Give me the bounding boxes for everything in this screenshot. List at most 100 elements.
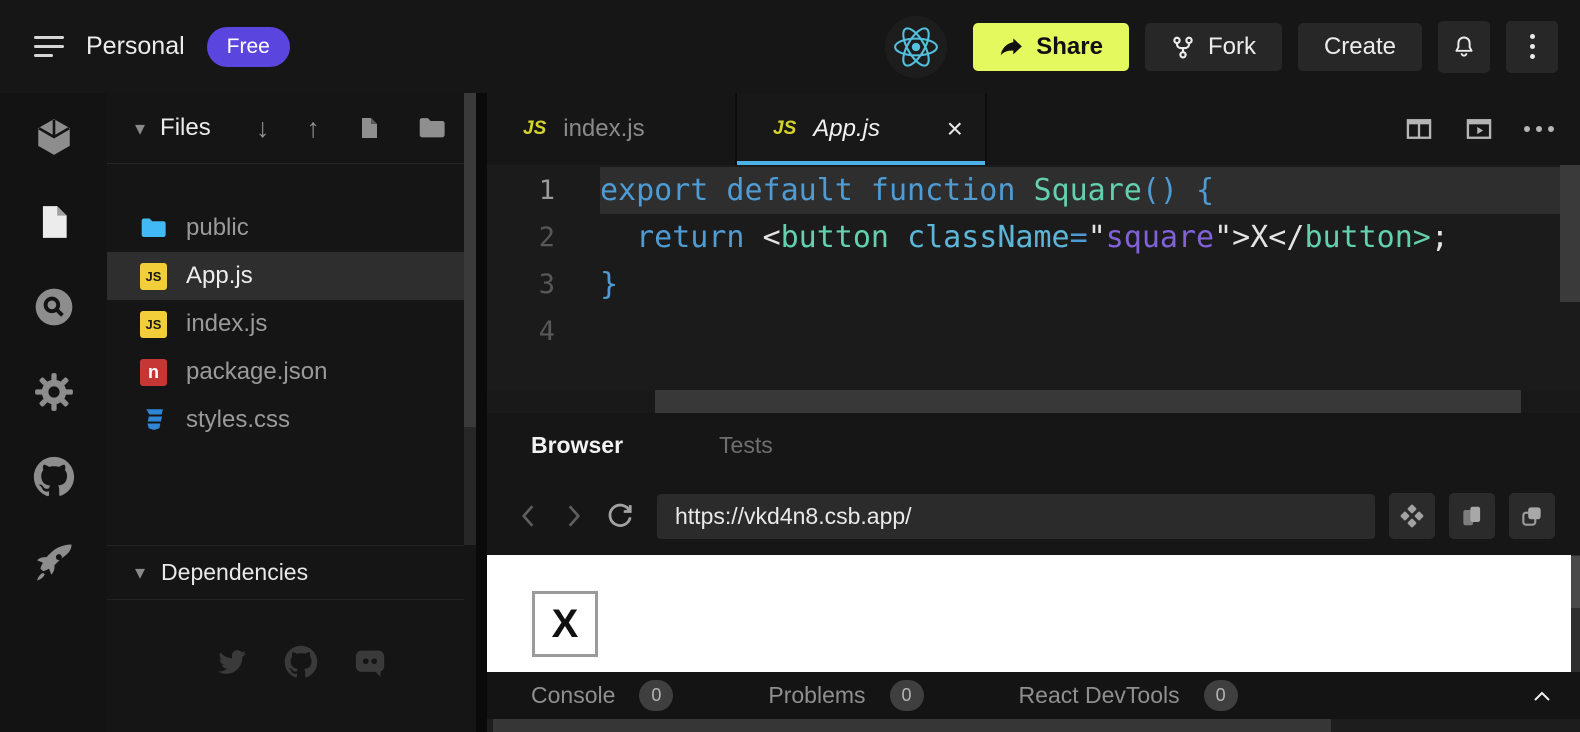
dependencies-title: Dependencies — [161, 559, 308, 586]
preview-scrollbar-thumb[interactable] — [1571, 556, 1580, 608]
twitter-icon[interactable] — [214, 645, 250, 679]
editor-vertical-scrollbar-thumb[interactable] — [1560, 165, 1580, 302]
line-number: 1 — [487, 175, 600, 206]
file-row-app-js[interactable]: JS App.js — [107, 252, 476, 300]
file-row-styles-css[interactable]: styles.css — [107, 396, 476, 444]
file-name: package.json — [186, 358, 327, 386]
code-line[interactable]: 2 return <button className="square">X</b… — [487, 214, 1560, 261]
console-count-badge: 0 — [639, 680, 673, 711]
file-row-package-json[interactable]: n package.json — [107, 348, 476, 396]
line-number: 3 — [487, 269, 600, 300]
file-name: public — [186, 214, 249, 242]
file-name: styles.css — [186, 406, 290, 434]
share-label: Share — [1036, 33, 1103, 61]
tab-browser[interactable]: Browser — [531, 432, 623, 459]
editor-horizontal-scrollbar[interactable] — [487, 390, 1580, 413]
deployment-rocket-icon[interactable] — [32, 542, 76, 582]
files-collapse-icon[interactable]: ▾ — [135, 116, 145, 141]
files-scrollbar[interactable] — [464, 93, 476, 545]
preview-settings-button[interactable] — [1389, 493, 1435, 539]
editor-tabbar: JS index.js JS App.js × — [487, 93, 1580, 165]
files-panel: ▾ Files ↓ ↑ public JS App.js — [107, 93, 476, 732]
files-scrollbar-thumb[interactable] — [464, 93, 476, 427]
menu-icon[interactable] — [34, 36, 64, 57]
css-file-icon — [140, 407, 167, 434]
devtools-scrollbar[interactable] — [487, 719, 1580, 732]
browser-preview: X — [487, 555, 1571, 672]
code-editor[interactable]: 1 export default function Square() { 2 r… — [487, 165, 1580, 413]
dependencies-collapse-icon: ▾ — [135, 560, 145, 585]
browser-panel-tabs: Browser Tests — [487, 413, 1580, 477]
fork-button[interactable]: Fork — [1145, 23, 1282, 71]
plan-badge: Free — [207, 27, 290, 67]
notifications-button[interactable] — [1438, 21, 1490, 73]
open-in-new-window-icon[interactable] — [1449, 493, 1495, 539]
react-logo-icon — [885, 16, 947, 78]
react-devtools-count-badge: 0 — [1204, 680, 1238, 711]
js-tab-icon: JS — [773, 118, 796, 140]
dependencies-section-header[interactable]: ▾ Dependencies — [107, 545, 464, 600]
refresh-icon[interactable] — [597, 493, 643, 539]
back-icon[interactable] — [505, 493, 551, 539]
sandbox-info-icon[interactable] — [32, 117, 76, 157]
discord-icon[interactable] — [352, 645, 388, 679]
file-row-public[interactable]: public — [107, 204, 476, 252]
search-icon[interactable] — [32, 287, 76, 327]
tab-tests[interactable]: Tests — [719, 432, 773, 459]
js-file-icon: JS — [140, 263, 167, 290]
tab-index-js[interactable]: JS index.js — [487, 93, 737, 165]
bell-icon — [1451, 34, 1477, 60]
npm-file-icon: n — [140, 359, 167, 386]
file-tree: public JS App.js JS index.js n package.j… — [107, 164, 476, 444]
console-tab[interactable]: Console 0 — [531, 680, 673, 711]
preview-scrollbar[interactable] — [1571, 555, 1580, 672]
file-explorer-icon[interactable] — [32, 202, 76, 242]
header-right: Share Fork Create — [885, 16, 1558, 78]
open-preview-icon[interactable] — [1464, 115, 1494, 143]
download-icon[interactable]: ↓ — [256, 113, 270, 144]
url-input[interactable] — [657, 494, 1375, 539]
browser-panel: Browser Tests — [487, 413, 1580, 732]
header-left: Personal Free — [34, 27, 290, 67]
js-file-icon: JS — [140, 311, 167, 338]
editor-more-icon[interactable] — [1524, 126, 1554, 132]
code-line[interactable]: 3 } — [487, 261, 1560, 308]
react-devtools-tab[interactable]: React DevTools 0 — [1019, 680, 1238, 711]
editor-horizontal-scrollbar-thumb[interactable] — [655, 390, 1521, 413]
problems-tab[interactable]: Problems 0 — [768, 680, 923, 711]
workspace-name[interactable]: Personal — [86, 32, 185, 61]
tab-app-js[interactable]: JS App.js × — [737, 93, 987, 165]
activity-rail — [0, 93, 107, 732]
github-icon[interactable] — [32, 457, 76, 497]
new-file-icon[interactable] — [357, 115, 381, 141]
fork-icon — [1171, 35, 1195, 59]
close-tab-icon[interactable]: × — [947, 115, 963, 143]
top-header: Personal Free Share — [0, 0, 1580, 93]
share-button[interactable]: Share — [973, 23, 1129, 71]
browser-toolbar — [487, 477, 1580, 555]
editor-tab-actions — [1404, 93, 1580, 165]
split-view-icon[interactable] — [1404, 115, 1434, 143]
github-link-icon[interactable] — [284, 645, 318, 679]
file-row-index-js[interactable]: JS index.js — [107, 300, 476, 348]
devtools-scrollbar-thumb[interactable] — [493, 719, 1331, 732]
files-panel-header: ▾ Files ↓ ↑ — [107, 93, 476, 164]
social-links — [107, 645, 464, 679]
settings-gear-icon[interactable] — [32, 372, 76, 412]
forward-icon[interactable] — [551, 493, 597, 539]
expand-devtools-icon[interactable] — [1532, 689, 1552, 703]
fork-label: Fork — [1208, 33, 1256, 61]
upload-icon[interactable]: ↑ — [307, 113, 321, 144]
new-folder-icon[interactable] — [418, 116, 446, 140]
code-line[interactable]: 4 — [487, 308, 1560, 355]
code-line[interactable]: 1 export default function Square() { — [487, 167, 1560, 214]
create-button[interactable]: Create — [1298, 23, 1422, 71]
share-icon — [999, 37, 1023, 57]
more-options-button[interactable] — [1506, 21, 1558, 73]
duplicate-preview-icon[interactable] — [1509, 493, 1555, 539]
files-panel-title: Files — [160, 114, 211, 142]
tab-label: index.js — [563, 115, 644, 143]
create-label: Create — [1324, 33, 1396, 61]
codesandbox-app: Personal Free Share — [0, 0, 1580, 732]
square-button[interactable]: X — [532, 591, 598, 657]
